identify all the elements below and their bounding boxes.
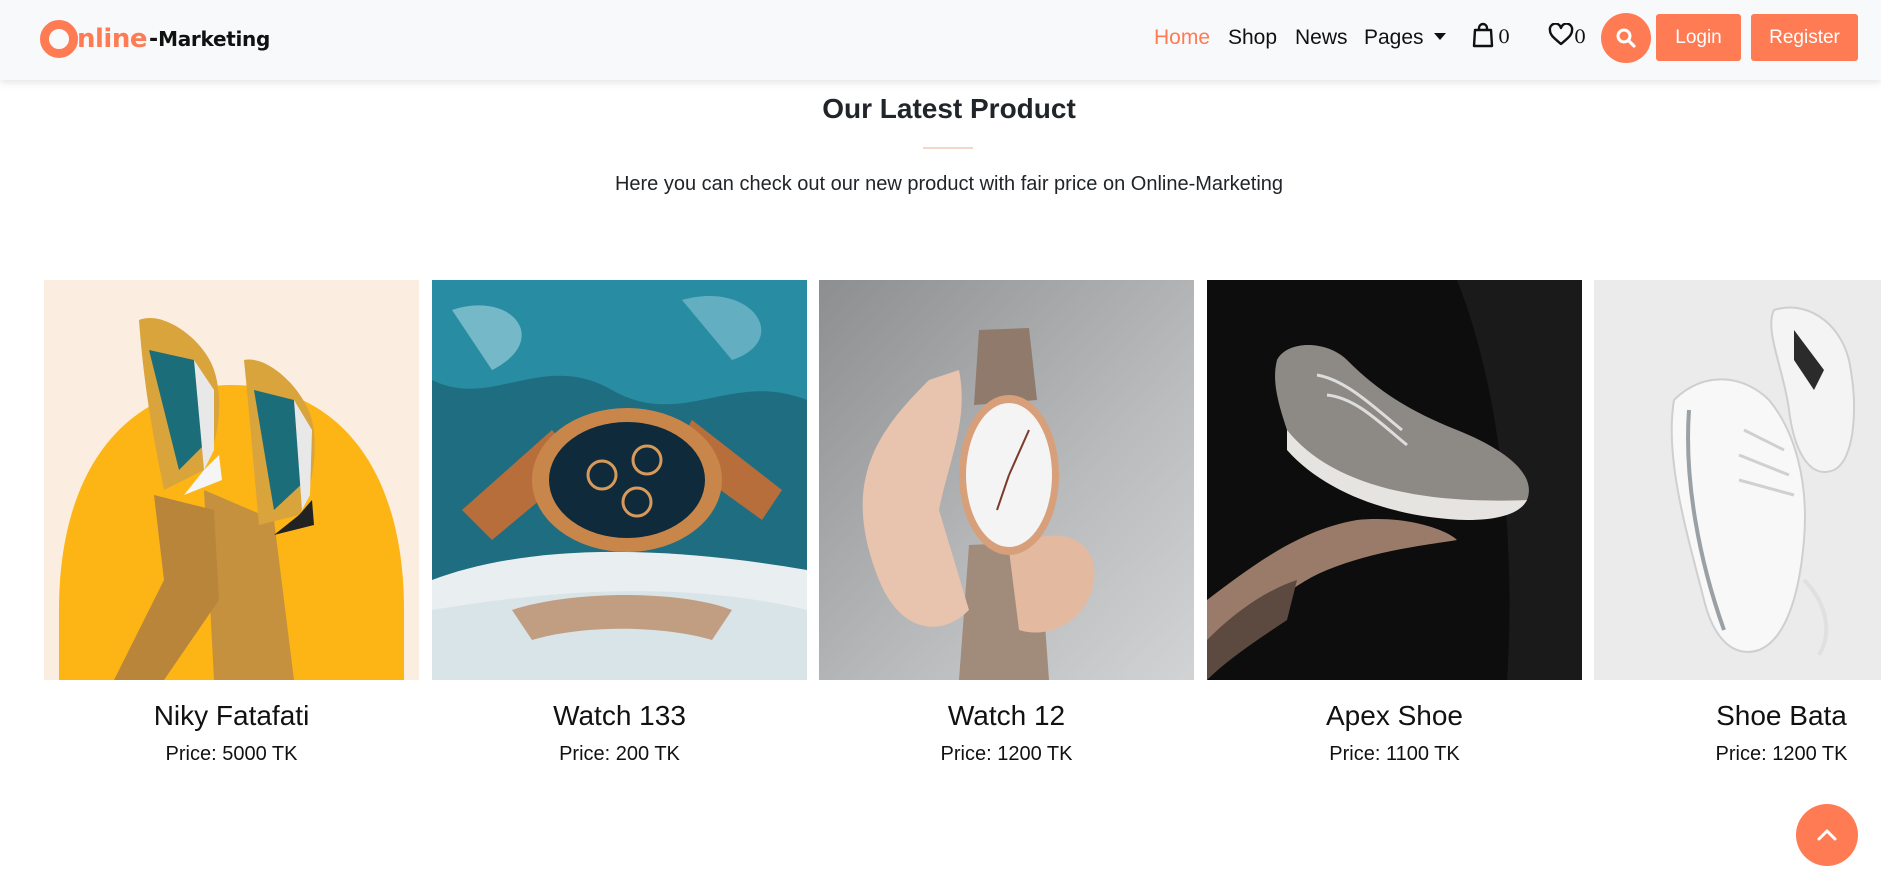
section-title: Our Latest Product bbox=[822, 93, 1076, 124]
cart-count: 0 bbox=[1498, 26, 1511, 48]
nav-news-link[interactable]: News bbox=[1295, 26, 1348, 50]
section-subtitle: Here you can check out our new product w… bbox=[614, 173, 1284, 195]
nav-pages-dropdown[interactable]: Pages bbox=[1364, 26, 1446, 50]
product-card: Niky Fatafati Price: 5000 TK bbox=[44, 280, 419, 780]
register-button[interactable]: Register bbox=[1751, 14, 1858, 61]
product-image-grey-sneaker[interactable] bbox=[1207, 280, 1582, 680]
navbar: nline - Marketing Home Shop News Pages 0… bbox=[0, 0, 1881, 80]
product-price: Price: 1100 TK bbox=[1329, 743, 1460, 765]
heart-icon bbox=[1548, 23, 1574, 46]
login-button[interactable]: Login bbox=[1656, 14, 1741, 61]
brand-logo[interactable]: nline - Marketing bbox=[40, 20, 270, 58]
product-name[interactable]: Apex Shoe bbox=[1207, 700, 1582, 732]
title-divider bbox=[923, 147, 973, 149]
product-carousel: Niky Fatafati Price: 5000 TK Watch 133 P… bbox=[0, 280, 1881, 780]
product-price: Price: 5000 TK bbox=[165, 743, 298, 765]
product-name[interactable]: Watch 12 bbox=[819, 700, 1194, 732]
wishlist-button[interactable]: 0 bbox=[1548, 22, 1586, 48]
product-name[interactable]: Shoe Bata bbox=[1594, 700, 1881, 732]
product-card: Watch 12 Price: 1200 TK bbox=[819, 280, 1194, 780]
scroll-to-top-button[interactable] bbox=[1796, 804, 1858, 866]
product-image-gold-watch[interactable] bbox=[432, 280, 807, 680]
search-button[interactable] bbox=[1601, 13, 1651, 63]
chevron-up-icon bbox=[1817, 829, 1837, 841]
caret-down-icon bbox=[1433, 33, 1446, 40]
product-price: Price: 1200 TK bbox=[1715, 743, 1848, 765]
product-name[interactable]: Watch 133 bbox=[432, 700, 807, 732]
nav-shop-link[interactable]: Shop bbox=[1228, 26, 1277, 50]
search-icon bbox=[1616, 28, 1636, 48]
product-image-white-watch[interactable] bbox=[819, 280, 1194, 680]
logo-ring-icon bbox=[40, 20, 78, 58]
product-card: Apex Shoe Price: 1100 TK bbox=[1207, 280, 1582, 780]
product-price: Price: 200 TK bbox=[559, 743, 680, 765]
product-image-white-sneakers[interactable] bbox=[1594, 280, 1881, 680]
product-card: Shoe Bata Price: 1200 TK bbox=[1594, 280, 1881, 780]
cart-button[interactable]: 0 bbox=[1472, 22, 1510, 48]
nav-pages-label: Pages bbox=[1364, 26, 1424, 49]
product-card: Watch 133 Price: 200 TK bbox=[432, 280, 807, 780]
product-price: Price: 1200 TK bbox=[940, 743, 1073, 765]
wishlist-count: 0 bbox=[1574, 26, 1587, 48]
logo-text-online: nline bbox=[77, 24, 147, 54]
product-image-sneakers-legs[interactable] bbox=[44, 280, 419, 680]
product-name[interactable]: Niky Fatafati bbox=[44, 700, 419, 732]
logo-text-dash: - bbox=[148, 26, 159, 52]
shopping-bag-icon bbox=[1472, 22, 1494, 48]
nav-home-link[interactable]: Home bbox=[1154, 26, 1210, 50]
logo-text-marketing: Marketing bbox=[158, 27, 270, 51]
